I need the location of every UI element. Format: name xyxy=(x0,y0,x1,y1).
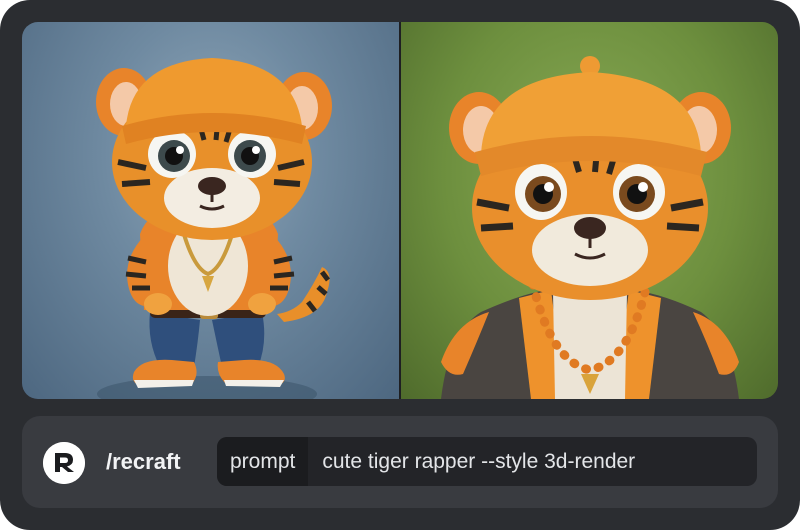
argument-name-chip: prompt xyxy=(217,437,309,486)
prompt-value[interactable]: cute tiger rapper --style 3d-render xyxy=(308,450,649,474)
generated-image-2[interactable] xyxy=(401,22,778,399)
tiger-figure-portrait xyxy=(441,56,739,399)
recraft-logo-icon xyxy=(43,442,85,484)
app-frame: /recraft prompt cute tiger rapper --styl… xyxy=(0,0,800,530)
generated-image-1[interactable] xyxy=(22,22,399,399)
command-bar: /recraft prompt cute tiger rapper --styl… xyxy=(22,416,778,508)
slash-command[interactable]: /recraft xyxy=(106,446,181,478)
command-argument-box[interactable]: prompt cute tiger rapper --style 3d-rend… xyxy=(217,437,757,486)
tiger-figure-standing xyxy=(96,58,332,399)
image-gallery xyxy=(22,22,778,399)
